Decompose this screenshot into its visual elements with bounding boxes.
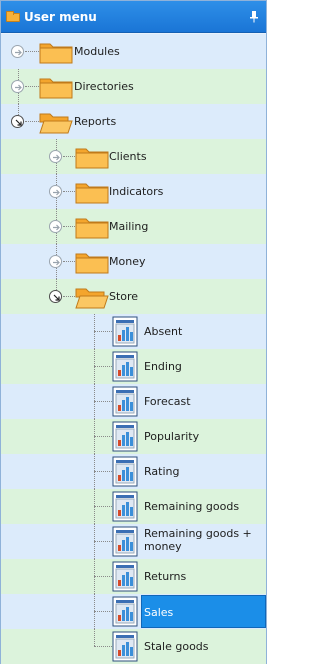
folder-icon	[75, 183, 109, 204]
report-label: Forecast	[144, 395, 191, 408]
report-item-remaining-goods-money[interactable]: Remaining goods + money	[1, 524, 266, 559]
tree-item-label: Mailing	[109, 220, 149, 233]
report-label: Returns	[144, 570, 187, 583]
report-item-stale-goods[interactable]: Stale goods	[1, 629, 266, 664]
open-folder-icon	[75, 288, 109, 309]
collapse-arrow-icon[interactable]	[11, 115, 24, 128]
report-icon	[112, 526, 138, 557]
report-label: Absent	[144, 325, 183, 338]
tree-item-store[interactable]: Store	[1, 279, 266, 314]
tree-item-label: Money	[109, 255, 146, 268]
expand-arrow-icon[interactable]	[49, 255, 62, 268]
tree-item-modules[interactable]: Modules	[1, 34, 266, 69]
user-menu-panel: User menu Modules Directories Reports Cl…	[0, 0, 267, 664]
report-icon	[112, 561, 138, 592]
report-item-popularity[interactable]: Popularity	[1, 419, 266, 454]
report-item-sales[interactable]: Sales	[1, 594, 266, 629]
expand-arrow-icon[interactable]	[11, 80, 24, 93]
selected-item-highlight[interactable]: Sales	[141, 595, 266, 628]
report-icon	[112, 456, 138, 487]
folder-icon	[6, 11, 20, 22]
report-icon	[112, 316, 138, 347]
tree-item-label: Modules	[74, 45, 120, 58]
report-item-ending[interactable]: Ending	[1, 349, 266, 384]
folder-icon	[75, 218, 109, 239]
panel-titlebar: User menu	[1, 1, 266, 33]
report-item-rating[interactable]: Rating	[1, 454, 266, 489]
report-item-absent[interactable]: Absent	[1, 314, 266, 349]
tree-item-money[interactable]: Money	[1, 244, 266, 279]
report-icon	[112, 386, 138, 417]
expand-arrow-icon[interactable]	[49, 220, 62, 233]
report-icon	[112, 351, 138, 382]
report-label: Sales	[144, 606, 174, 619]
expand-arrow-icon[interactable]	[11, 45, 24, 58]
report-label: Remaining goods + money	[144, 527, 252, 553]
report-label: Rating	[144, 465, 180, 478]
report-icon	[112, 421, 138, 452]
tree-item-directories[interactable]: Directories	[1, 69, 266, 104]
tree-item-label: Clients	[109, 150, 147, 163]
report-item-forecast[interactable]: Forecast	[1, 384, 266, 419]
tree-item-label: Directories	[74, 80, 134, 93]
report-label: Stale goods	[144, 640, 209, 653]
tree-item-label: Indicators	[109, 185, 164, 198]
report-icon	[112, 491, 138, 522]
pin-icon[interactable]	[249, 10, 259, 24]
folder-icon	[75, 148, 109, 169]
tree-item-reports[interactable]: Reports	[1, 104, 266, 139]
report-label: Ending	[144, 360, 182, 373]
tree-item-mailing[interactable]: Mailing	[1, 209, 266, 244]
panel-title: User menu	[24, 10, 97, 24]
expand-arrow-icon[interactable]	[49, 150, 62, 163]
menu-tree: Modules Directories Reports Clients Indi…	[1, 34, 266, 664]
open-folder-icon	[39, 113, 73, 134]
report-icon	[112, 596, 138, 627]
tree-item-indicators[interactable]: Indicators	[1, 174, 266, 209]
tree-item-label: Store	[109, 290, 139, 303]
report-icon	[112, 631, 138, 662]
report-label: Remaining goods	[144, 500, 240, 513]
report-label: Popularity	[144, 430, 200, 443]
expand-arrow-icon[interactable]	[49, 185, 62, 198]
tree-item-label: Reports	[74, 115, 117, 128]
tree-item-clients[interactable]: Clients	[1, 139, 266, 174]
report-item-returns[interactable]: Returns	[1, 559, 266, 594]
collapse-arrow-icon[interactable]	[49, 290, 62, 303]
report-item-remaining-goods[interactable]: Remaining goods	[1, 489, 266, 524]
folder-icon	[39, 43, 73, 64]
folder-icon	[39, 78, 73, 99]
folder-icon	[75, 253, 109, 274]
